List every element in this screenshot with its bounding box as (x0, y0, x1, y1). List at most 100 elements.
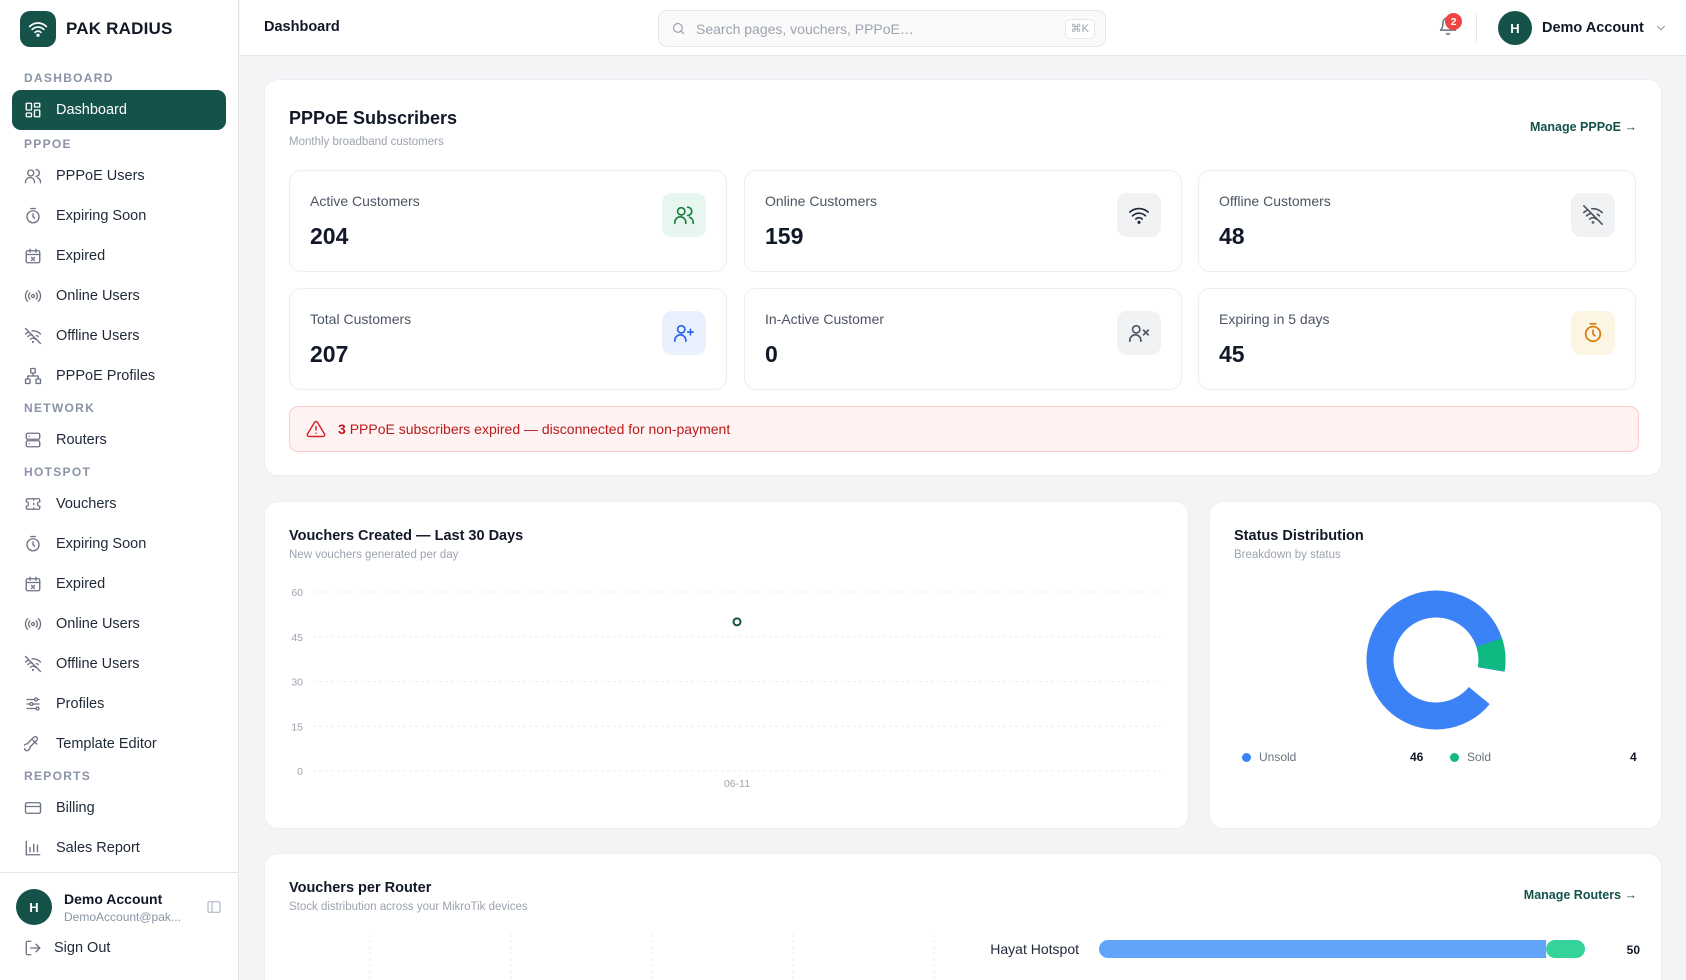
sidebar-item-dashboard-dashboard[interactable]: Dashboard (12, 90, 226, 130)
card-icon (24, 799, 42, 817)
sidebar-collapse-icon[interactable] (206, 899, 222, 915)
stat-card-in-active-customer[interactable]: In-Active Customer 0 (744, 288, 1182, 390)
sidebar-item-label: PPPoE Users (56, 168, 145, 184)
manage-pppoe-link[interactable]: Manage PPPoE → (1530, 120, 1637, 134)
status-donut-chart (1366, 590, 1506, 730)
search-icon (671, 21, 686, 36)
legend-dot (1242, 752, 1251, 762)
search-input[interactable] (696, 20, 1056, 37)
expired-alert: 3 PPPoE subscribers expired — disconnect… (289, 406, 1639, 452)
wifi-off-icon (24, 655, 42, 673)
router-bar-chart: Hayat Hotspot 50 (369, 934, 1641, 980)
brand[interactable]: PAK RADIUS (0, 0, 238, 58)
sidebar-footer: H Demo Account DemoAccount@pak... Sign O… (0, 872, 238, 980)
stat-label: Active Customers (310, 193, 420, 209)
user-email: DemoAccount@pak... (64, 909, 181, 924)
stat-card-total-customers[interactable]: Total Customers 207 (289, 288, 727, 390)
sidebar-item-label: Offline Users (56, 328, 140, 344)
stat-card-online-customers[interactable]: Online Customers 159 (744, 170, 1182, 272)
page-title: Dashboard (264, 19, 340, 35)
sidebar-item-label: Expired (56, 576, 106, 592)
stat-label: Online Customers (765, 193, 878, 209)
notification-badge: 2 (1445, 13, 1462, 30)
sidebar-item-pppoe-pppoe-profiles[interactable]: PPPoE Profiles (0, 356, 238, 396)
stat-value: 0 (765, 341, 778, 367)
legend-value-unsold: 46 (1410, 750, 1424, 764)
sidebar-item-hotspot-template-editor[interactable]: Template Editor (0, 724, 238, 764)
sidebar-item-pppoe-offline-users[interactable]: Offline Users (0, 316, 238, 356)
router-total: 50 (1627, 943, 1641, 957)
stat-label: Expiring in 5 days (1219, 311, 1330, 327)
stat-value: 207 (310, 341, 349, 367)
sidebar-item-label: Template Editor (56, 736, 157, 752)
sidebar-item-label: Expiring Soon (56, 536, 147, 552)
user-name: Demo Account (64, 890, 163, 907)
sidebar-item-label: Expired (56, 248, 106, 264)
sidebar-item-hotspot-expired[interactable]: Expired (0, 564, 238, 604)
y-tick-label: 15 (291, 721, 303, 733)
vouchers-per-router-card: Vouchers per Router Stock distribution a… (264, 853, 1662, 980)
legend-label: Sold (1467, 750, 1492, 764)
dashboard-icon (24, 101, 42, 119)
pppoe-subtitle: Monthly broadband customers (289, 136, 444, 148)
sidebar-item-hotspot-online-users[interactable]: Online Users (0, 604, 238, 644)
account-menu[interactable]: H Demo Account (1498, 11, 1668, 45)
broadcast-icon (24, 287, 42, 305)
alert-count: 3 (338, 421, 346, 437)
vouchers-created-card: Vouchers Created — Last 30 Days New vouc… (264, 501, 1189, 829)
sidebar-item-reports-sales-report[interactable]: Sales Report (0, 828, 238, 868)
sidebar-user[interactable]: H Demo Account DemoAccount@pak... (0, 873, 238, 925)
sidebar-item-label: Routers (56, 432, 107, 448)
stat-value: 48 (1219, 223, 1245, 249)
sidebar-item-pppoe-expiring-soon[interactable]: Expiring Soon (0, 196, 238, 236)
stat-value: 45 (1219, 341, 1245, 367)
sidebar-item-pppoe-expired[interactable]: Expired (0, 236, 238, 276)
y-tick-label: 30 (291, 677, 303, 689)
sidebar-item-label: PPPoE Profiles (56, 368, 156, 384)
logout-icon (24, 939, 42, 957)
legend-item-sold: Sold (1450, 750, 1491, 764)
stat-card-offline-customers[interactable]: Offline Customers 48 (1198, 170, 1636, 272)
network-icon (24, 367, 42, 385)
sidebar-item-hotspot-offline-users[interactable]: Offline Users (0, 644, 238, 684)
sidebar-item-hotspot-profiles[interactable]: Profiles (0, 684, 238, 724)
stat-card-expiring-in-5-days[interactable]: Expiring in 5 days 45 (1198, 288, 1636, 390)
chevron-down-icon (1654, 21, 1668, 35)
wifi-icon (20, 11, 56, 47)
header-divider (1476, 14, 1477, 42)
sign-out-label: Sign Out (54, 940, 111, 956)
calendar-x-icon (24, 247, 42, 265)
sidebar-item-label: Vouchers (56, 496, 117, 512)
sidebar-item-pppoe-pppoe-users[interactable]: PPPoE Users (0, 156, 238, 196)
pppoe-title: PPPoE Subscribers (289, 108, 458, 128)
account-name: Demo Account (1542, 20, 1644, 36)
router-bar-sold (1546, 940, 1585, 958)
nav-section-title: NETWORK (24, 401, 96, 415)
y-tick-label: 60 (291, 587, 303, 599)
alert-message: PPPoE subscribers expired — disconnected… (349, 421, 731, 437)
sidebar-item-label: Expiring Soon (56, 208, 147, 224)
sidebar-item-hotspot-expiring-soon[interactable]: Expiring Soon (0, 524, 238, 564)
sidebar-item-pppoe-online-users[interactable]: Online Users (0, 276, 238, 316)
sidebar-item-label: Billing (56, 800, 95, 816)
router-label: Hayat Hotspot (990, 941, 1079, 957)
y-tick-label: 0 (297, 766, 303, 778)
sliders-icon (24, 695, 42, 713)
pppoe-subscribers-card: PPPoE Subscribers Monthly broadband cust… (264, 79, 1662, 476)
sign-out-button[interactable]: Sign Out (0, 925, 238, 957)
stat-card-active-customers[interactable]: Active Customers 204 (289, 170, 727, 272)
stat-value: 204 (310, 223, 349, 249)
sidebar-item-hotspot-vouchers[interactable]: Vouchers (0, 484, 238, 524)
sidebar-item-network-routers[interactable]: Routers (0, 420, 238, 460)
search-box[interactable]: ⌘K (658, 10, 1106, 47)
legend-label: Unsold (1259, 750, 1297, 764)
sidebar: PAK RADIUS DASHBOARD Dashboard PPPOE PPPoE … (0, 0, 239, 980)
avatar: H (1498, 11, 1532, 45)
sidebar-item-label: Online Users (56, 288, 140, 304)
sidebar-item-reports-billing[interactable]: Billing (0, 788, 238, 828)
sidebar-item-label: Profiles (56, 696, 105, 712)
calendar-x-icon (24, 575, 42, 593)
user-x-icon (1117, 311, 1161, 355)
wifi-off-icon (1571, 193, 1615, 237)
router-bar-unsold (1537, 940, 1547, 958)
